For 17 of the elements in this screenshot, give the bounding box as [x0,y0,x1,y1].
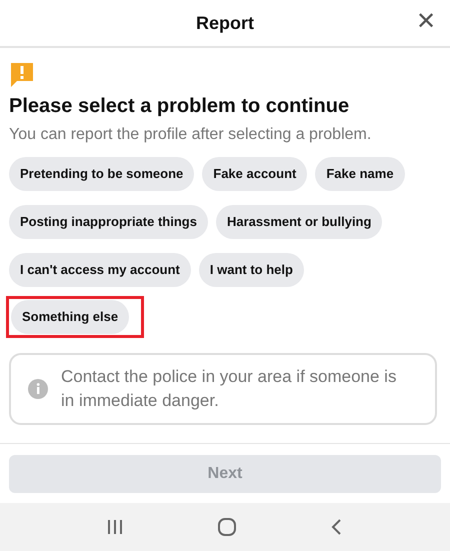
home-icon[interactable] [216,517,237,537]
problem-chip[interactable]: Fake account [202,157,308,191]
recent-apps-icon[interactable] [106,518,124,536]
close-button[interactable]: ✕ [416,10,436,34]
problem-chip[interactable]: Posting inappropriate things [9,205,208,239]
problem-chip[interactable]: I can't access my account [9,253,191,287]
dialog-title: Report [196,12,254,35]
problem-chip[interactable]: Harassment or bullying [216,205,382,239]
prompt-subtitle: You can report the profile after selecting a problem. [9,125,372,145]
notice-text: Contact the police in your area if someone is in immediate danger. [61,366,398,412]
problem-chip[interactable]: Fake name [315,157,405,191]
problem-chip[interactable]: Something else [11,300,130,334]
info-icon [27,378,49,400]
prompt-title: Please select a problem to continue [9,94,350,119]
problem-chip[interactable]: I want to help [198,253,304,287]
warning-icon [9,61,35,87]
problem-chip[interactable]: Pretending to be someone [9,157,194,191]
